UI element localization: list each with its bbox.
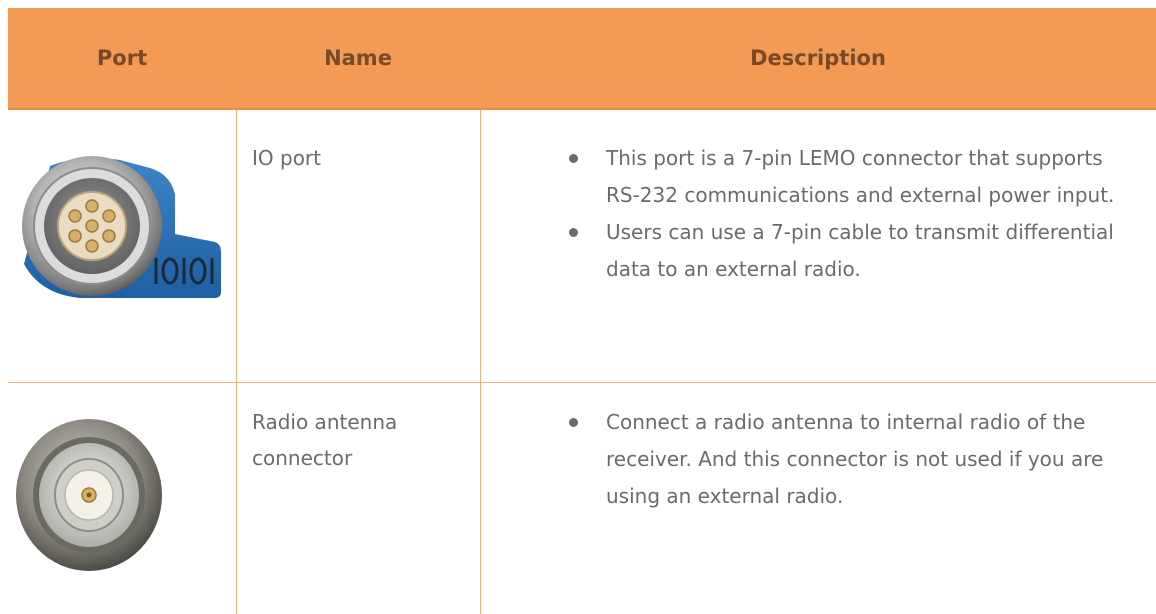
- port-name: IO port: [252, 146, 321, 170]
- port-description-list: This port is a 7-pin LEMO connector that…: [562, 140, 1142, 288]
- bullet-icon: [569, 228, 578, 237]
- header-description: Description: [750, 46, 886, 70]
- port-name: Radio antenna connector: [252, 410, 398, 470]
- list-item: This port is a 7-pin LEMO connector that…: [562, 140, 1142, 214]
- column-divider: [480, 110, 481, 614]
- bullet-icon: [569, 154, 578, 163]
- header-name: Name: [324, 46, 392, 70]
- row-divider: [8, 382, 1156, 383]
- list-item: Connect a radio antenna to internal radi…: [562, 404, 1142, 515]
- tnc-antenna-connector-icon: [16, 419, 162, 571]
- lemo-7pin-connector-icon: [22, 156, 221, 298]
- description-text: This port is a 7-pin LEMO connector that…: [606, 146, 1115, 207]
- description-text: Users can use a 7-pin cable to transmit …: [606, 220, 1114, 281]
- column-divider: [236, 110, 237, 614]
- port-description-list: Connect a radio antenna to internal radi…: [562, 404, 1142, 515]
- description-text: Connect a radio antenna to internal radi…: [606, 410, 1104, 508]
- table-header: Port Name Description: [8, 8, 1156, 110]
- list-item: Users can use a 7-pin cable to transmit …: [562, 214, 1142, 288]
- port-table: Port Name Description IO port This port …: [0, 0, 1156, 614]
- bullet-icon: [569, 418, 578, 427]
- header-port: Port: [96, 46, 148, 70]
